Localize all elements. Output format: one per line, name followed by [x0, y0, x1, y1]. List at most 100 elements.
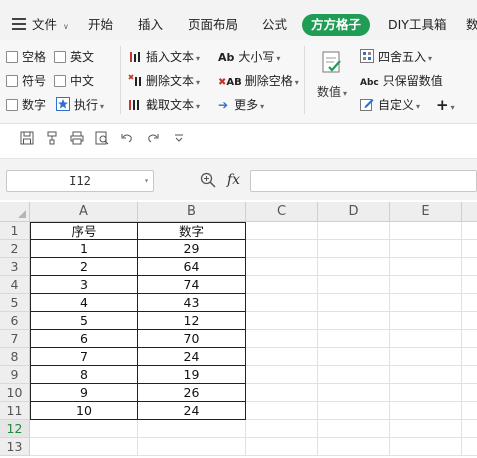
select-all-corner[interactable] — [0, 202, 30, 222]
cell[interactable]: 26 — [138, 384, 246, 402]
tab-formulas[interactable]: 公式 — [262, 15, 287, 35]
cell[interactable]: 29 — [138, 240, 246, 258]
cell[interactable] — [246, 384, 318, 402]
cell[interactable]: 序号 — [30, 222, 138, 240]
row-header-3[interactable]: 3 — [0, 258, 30, 276]
cell[interactable] — [246, 312, 318, 330]
cell[interactable] — [246, 420, 318, 438]
checkbox-chinese[interactable]: 中文 — [54, 72, 94, 90]
delete-space-button[interactable]: ✖AB 删除空格 ▾ — [218, 72, 299, 90]
cell[interactable] — [246, 240, 318, 258]
cell[interactable] — [318, 402, 390, 420]
cell[interactable] — [246, 294, 318, 312]
undo-icon[interactable] — [120, 131, 134, 145]
cell[interactable] — [246, 438, 318, 456]
cell[interactable] — [246, 258, 318, 276]
tab-data[interactable]: 数 — [466, 15, 477, 35]
cell[interactable] — [462, 420, 477, 438]
cell[interactable]: 3 — [30, 276, 138, 294]
cell[interactable] — [390, 240, 462, 258]
cell[interactable] — [390, 402, 462, 420]
tab-diy-toolbox[interactable]: DIY工具箱 — [388, 15, 446, 35]
cell[interactable] — [462, 330, 477, 348]
file-menu[interactable]: 文件 ∨ — [32, 15, 69, 35]
tab-page-layout[interactable]: 页面布局 — [188, 15, 238, 35]
extract-text-button[interactable]: 截取文本 ▾ — [128, 96, 200, 114]
tab-home[interactable]: 开始 — [88, 15, 113, 35]
cell[interactable] — [462, 402, 477, 420]
value-button[interactable]: 数值 ▾ — [312, 46, 352, 112]
cell[interactable]: 12 — [138, 312, 246, 330]
row-header-5[interactable]: 5 — [0, 294, 30, 312]
row-header-2[interactable]: 2 — [0, 240, 30, 258]
round-button[interactable]: 四舍五入 ▾ — [360, 48, 432, 66]
row-header-4[interactable]: 4 — [0, 276, 30, 294]
cell[interactable] — [390, 258, 462, 276]
column-header-f[interactable] — [462, 202, 477, 222]
cell[interactable] — [318, 384, 390, 402]
cell[interactable] — [318, 420, 390, 438]
format-painter-icon[interactable] — [45, 131, 59, 145]
cell[interactable] — [246, 366, 318, 384]
cell[interactable] — [462, 312, 477, 330]
row-header-11[interactable]: 11 — [0, 402, 30, 420]
delete-text-button[interactable]: 删除文本 ▾ — [128, 72, 200, 90]
checkbox-english[interactable]: 英文 — [54, 48, 94, 66]
save-icon[interactable] — [20, 131, 34, 145]
fx-icon[interactable]: fx — [227, 172, 240, 188]
cell[interactable]: 43 — [138, 294, 246, 312]
cell[interactable] — [318, 348, 390, 366]
keep-value-button[interactable]: Abc 只保留数值 — [360, 72, 443, 90]
cell[interactable] — [390, 312, 462, 330]
chevron-down-icon[interactable]: ▾ — [144, 171, 149, 191]
cell[interactable] — [390, 438, 462, 456]
cell[interactable] — [462, 384, 477, 402]
cell[interactable] — [318, 438, 390, 456]
cell[interactable]: 74 — [138, 276, 246, 294]
column-header-e[interactable]: E — [390, 202, 462, 222]
cell[interactable]: 19 — [138, 366, 246, 384]
insert-text-button[interactable]: 插入文本 ▾ — [128, 48, 200, 66]
row-header-1[interactable]: 1 — [0, 222, 30, 240]
cell[interactable] — [390, 420, 462, 438]
cell[interactable]: 4 — [30, 294, 138, 312]
customize-toolbar-icon[interactable] — [172, 131, 186, 145]
cell[interactable] — [318, 222, 390, 240]
cell[interactable] — [390, 384, 462, 402]
cell[interactable] — [390, 294, 462, 312]
menu-icon[interactable] — [12, 18, 26, 30]
cell[interactable] — [390, 276, 462, 294]
checkbox-number[interactable]: 数字 — [6, 96, 46, 114]
cell[interactable] — [138, 420, 246, 438]
cell[interactable]: 8 — [30, 366, 138, 384]
row-header-12[interactable]: 12 — [0, 420, 30, 438]
cell[interactable] — [246, 222, 318, 240]
zoom-icon[interactable] — [200, 172, 216, 188]
cell[interactable]: 数字 — [138, 222, 246, 240]
column-header-b[interactable]: B — [138, 202, 246, 222]
cell[interactable]: 7 — [30, 348, 138, 366]
cell[interactable] — [390, 330, 462, 348]
cell[interactable]: 64 — [138, 258, 246, 276]
cell[interactable] — [318, 258, 390, 276]
cell[interactable] — [462, 438, 477, 456]
row-header-9[interactable]: 9 — [0, 366, 30, 384]
cell[interactable] — [462, 240, 477, 258]
add-button[interactable]: + ▾ — [436, 96, 455, 114]
row-header-7[interactable]: 7 — [0, 330, 30, 348]
column-header-a[interactable]: A — [30, 202, 138, 222]
cell[interactable] — [30, 438, 138, 456]
cell[interactable] — [318, 330, 390, 348]
cell[interactable] — [390, 348, 462, 366]
row-header-8[interactable]: 8 — [0, 348, 30, 366]
cell[interactable] — [390, 222, 462, 240]
cell[interactable]: 24 — [138, 402, 246, 420]
cell[interactable]: 70 — [138, 330, 246, 348]
cell[interactable] — [390, 366, 462, 384]
checkbox-space[interactable]: 空格 — [6, 48, 46, 66]
cell[interactable]: 2 — [30, 258, 138, 276]
row-header-10[interactable]: 10 — [0, 384, 30, 402]
cell[interactable] — [318, 312, 390, 330]
cell[interactable] — [318, 294, 390, 312]
row-header-6[interactable]: 6 — [0, 312, 30, 330]
